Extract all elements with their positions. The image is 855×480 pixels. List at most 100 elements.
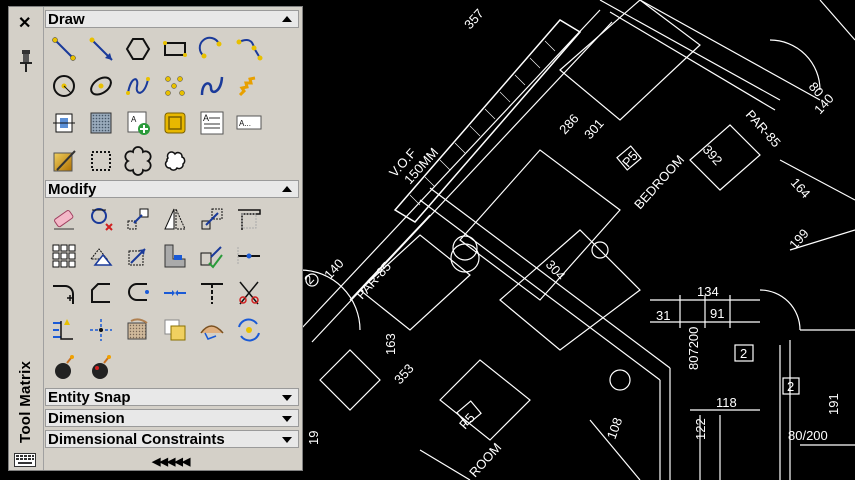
- expand-arrow-icon[interactable]: [282, 437, 292, 443]
- array-tool-icon[interactable]: [49, 241, 79, 271]
- edit-xref-tool-icon[interactable]: [234, 315, 264, 345]
- cloud-tool-icon[interactable]: [160, 146, 190, 176]
- room-name: BEDROOM: [631, 152, 687, 212]
- more-sections-indicator[interactable]: ◀◀◀◀◀: [152, 455, 190, 468]
- door-label: PAR-85: [353, 259, 394, 302]
- expand-arrow-icon[interactable]: [282, 416, 292, 422]
- dim-label: 164: [788, 175, 814, 201]
- dim-label: 392: [700, 142, 726, 168]
- block-insert-tool-icon[interactable]: [160, 108, 190, 138]
- copy-tool-icon[interactable]: [86, 204, 116, 234]
- section-label: Dimensional Constraints: [48, 431, 225, 448]
- dim-label: 807200: [686, 327, 701, 370]
- section-label: Dimension: [48, 410, 125, 427]
- svg-text:A: A: [131, 115, 137, 124]
- room-tag: P5: [456, 410, 478, 432]
- chamfer-tool-icon[interactable]: [86, 278, 116, 308]
- single-line-text-tool-icon[interactable]: A...: [234, 108, 264, 138]
- blend-tool-icon[interactable]: [123, 278, 153, 308]
- section-header-modify[interactable]: Modify: [45, 180, 299, 198]
- revcloud-edit-tool-icon[interactable]: [86, 315, 116, 345]
- collapse-arrow-icon[interactable]: [282, 16, 292, 22]
- explode-tool-icon[interactable]: [49, 353, 79, 383]
- dim-label: 122: [693, 418, 708, 440]
- dim-label: 357: [461, 6, 487, 32]
- circle-tool-icon[interactable]: [49, 71, 79, 101]
- offset-tool-icon[interactable]: [86, 241, 116, 271]
- gradient-tool-icon[interactable]: [49, 146, 79, 176]
- rectangle-tool-icon[interactable]: [160, 34, 190, 64]
- align-tool-icon[interactable]: [160, 241, 190, 271]
- dim-label: 301: [581, 116, 607, 142]
- dim-label: 286: [556, 111, 582, 137]
- wipeout-tool-icon[interactable]: [123, 146, 153, 176]
- palette-title: Tool Matrix: [17, 360, 34, 443]
- dim-label: 163: [383, 333, 398, 355]
- stretch-tool-icon[interactable]: [234, 204, 264, 234]
- ray-tool-icon[interactable]: [86, 34, 116, 64]
- extend-tool-icon[interactable]: [197, 241, 227, 271]
- region-tool-icon[interactable]: [49, 108, 79, 138]
- dim-label: 31: [656, 308, 670, 323]
- mirror-tool-icon[interactable]: [160, 204, 190, 234]
- break-tool-icon[interactable]: [197, 278, 227, 308]
- burst-tool-icon[interactable]: [86, 353, 116, 383]
- break-at-point-tool-icon[interactable]: [234, 241, 264, 271]
- dim-label: 353: [391, 361, 417, 387]
- multiline-text-tool-icon[interactable]: A: [197, 108, 227, 138]
- polyline-tool-icon[interactable]: [234, 34, 264, 64]
- points-tool-icon[interactable]: [160, 71, 190, 101]
- section-header-entity-snap[interactable]: Entity Snap: [45, 388, 299, 406]
- rotate-tool-icon[interactable]: [123, 241, 153, 271]
- section-label: Draw: [48, 11, 85, 28]
- explode-edit-tool-icon[interactable]: [49, 315, 79, 345]
- draworder-tool-icon[interactable]: [160, 315, 190, 345]
- svg-text:A: A: [203, 113, 209, 123]
- scale-tool-icon[interactable]: [197, 204, 227, 234]
- move-tool-icon[interactable]: [123, 204, 153, 234]
- edit-attributes-tool-icon[interactable]: [197, 315, 227, 345]
- overkill-tool-icon[interactable]: [123, 315, 153, 345]
- section-header-draw[interactable]: Draw: [45, 10, 299, 28]
- collapse-arrow-icon[interactable]: [282, 186, 292, 192]
- boundary-tool-icon[interactable]: [86, 146, 116, 176]
- fillet-tool-icon[interactable]: [49, 278, 79, 308]
- revision-curve-tool-icon[interactable]: [197, 71, 227, 101]
- close-icon[interactable]: ✕: [18, 13, 31, 33]
- dim-label: 91: [710, 306, 724, 321]
- keyboard-icon[interactable]: [14, 453, 36, 467]
- polygon-tool-icon[interactable]: [123, 34, 153, 64]
- room-tag: P5: [619, 148, 641, 170]
- dim-label: 19: [306, 431, 321, 445]
- hatch-tool-icon[interactable]: [86, 108, 116, 138]
- spline-tool-icon[interactable]: [123, 71, 153, 101]
- expand-arrow-icon[interactable]: [282, 395, 292, 401]
- dim-label: 199: [786, 226, 812, 252]
- arc-tool-icon[interactable]: [197, 34, 227, 64]
- section-label: Entity Snap: [48, 389, 131, 406]
- dim-label: 80/200: [788, 428, 828, 443]
- line-tool-icon[interactable]: [49, 34, 79, 64]
- ellipse-tool-icon[interactable]: [86, 71, 116, 101]
- dim-label: 191: [826, 393, 841, 415]
- tool-matrix-palette: ✕ Tool Matrix Draw A A A... Modify Entit…: [8, 6, 303, 471]
- dim-label: 134: [697, 284, 719, 299]
- section-header-dimensional-constraints[interactable]: Dimensional Constraints: [45, 430, 299, 448]
- dim-label: 108: [604, 416, 626, 442]
- room-name: ROOM: [466, 440, 504, 480]
- room-tag: 2: [787, 379, 794, 394]
- trim-tool-icon[interactable]: [234, 278, 264, 308]
- erase-tool-icon[interactable]: [49, 204, 79, 234]
- helix-tool-icon[interactable]: [234, 71, 264, 101]
- section-label: Modify: [48, 181, 97, 198]
- palette-title-strip[interactable]: ✕ Tool Matrix: [9, 7, 44, 470]
- dim-label: 304: [543, 257, 569, 283]
- room-tag: 2: [740, 346, 747, 361]
- section-header-dimension[interactable]: Dimension: [45, 409, 299, 427]
- pin-icon[interactable]: [18, 49, 34, 73]
- join-tool-icon[interactable]: [160, 278, 190, 308]
- add-block-tool-icon[interactable]: A: [123, 108, 153, 138]
- svg-text:A...: A...: [239, 119, 251, 128]
- dim-label: 118: [716, 395, 737, 410]
- dim-label: 140: [321, 256, 347, 282]
